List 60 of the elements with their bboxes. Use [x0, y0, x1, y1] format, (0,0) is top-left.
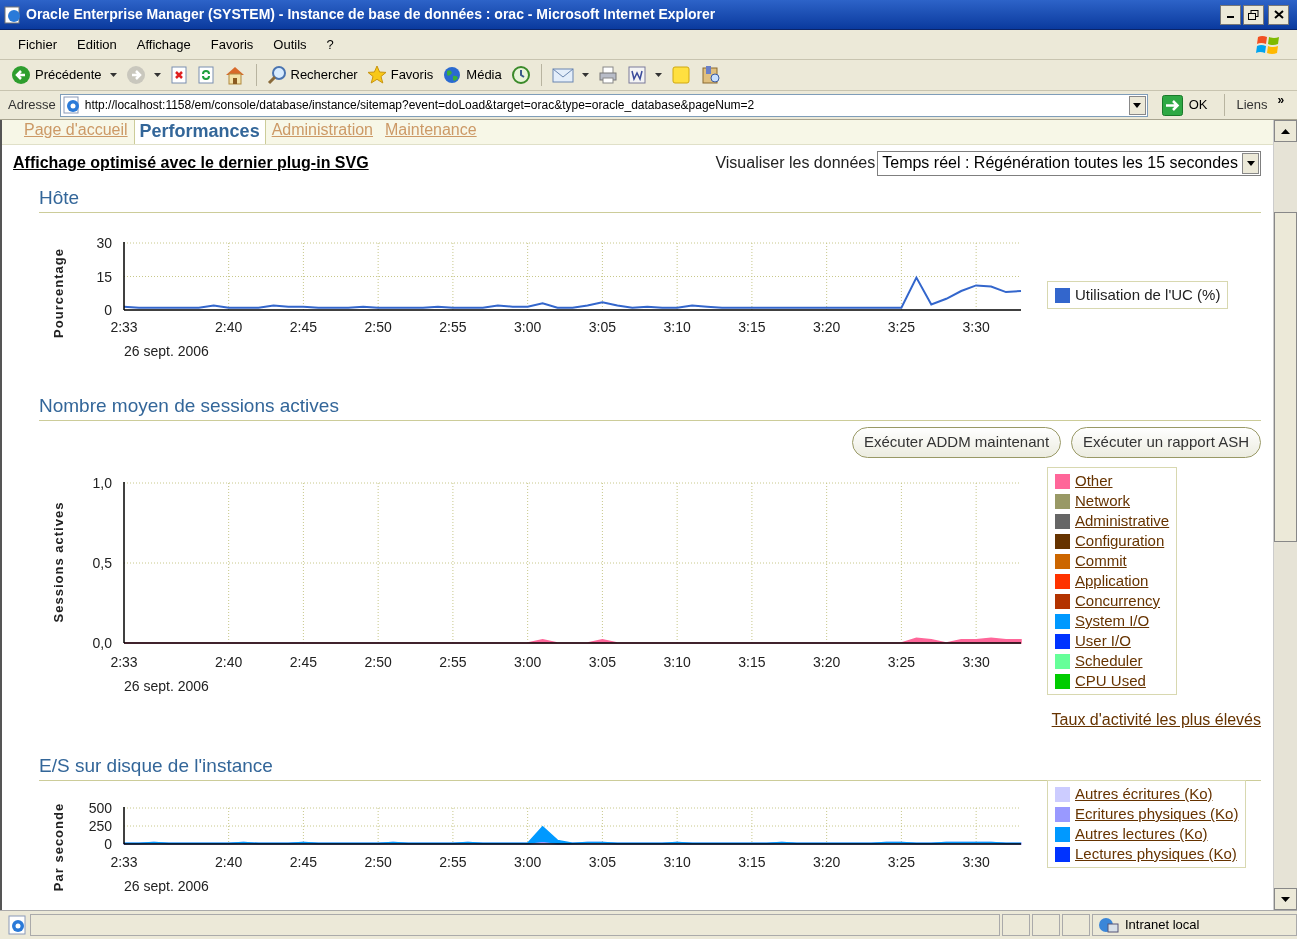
axis-tick-label: 2:55 [439, 319, 467, 335]
legend-label: Utilisation de l'UC (%) [1075, 285, 1221, 305]
axis-title: Pourcentage [51, 248, 66, 338]
axis-tick-label: 2:40 [215, 654, 243, 670]
section-heading: Hôte [39, 187, 80, 208]
axis-tick-label: 2:45 [289, 319, 317, 335]
axis-tick-label: 3:25 [887, 854, 916, 870]
axis-tick-label: 0 [104, 302, 112, 318]
axis-tick-label: 3:00 [514, 654, 542, 670]
axis-tick-label: 15 [96, 268, 112, 285]
axis-tick-label: 2:40 [215, 854, 243, 870]
axis-title: Sessions actives [51, 501, 66, 623]
view-data-label: Visualiser les données [715, 153, 876, 173]
axis-tick-label: 2:33 [110, 854, 138, 870]
axis-tick-label: 3:25 [887, 654, 916, 670]
axis-date-label: 26 sept. 2006 [124, 878, 209, 894]
axis-tick-label: 2:40 [215, 319, 243, 335]
axis-tick-label: 2:55 [439, 854, 467, 870]
axis-tick-label: 2:33 [110, 654, 138, 670]
axis-tick-label: 3:20 [813, 654, 841, 670]
axis-tick-label: 2:50 [364, 319, 392, 335]
axis-tick-label: 500 [88, 800, 112, 816]
axis-tick-label: 3:30 [962, 654, 990, 670]
axis-tick-label: 3:30 [962, 854, 990, 870]
axis-tick-label: 2:50 [364, 854, 392, 870]
axis-tick-label: 3:25 [887, 319, 916, 335]
axis-tick-label: 3:20 [813, 854, 841, 870]
axis-tick-label: 3:05 [588, 319, 617, 335]
section-heading: Nombre moyen de sessions actives [39, 395, 339, 416]
axis-tick-label: 3:05 [588, 654, 617, 670]
axis-tick-label: 0 [104, 836, 112, 852]
axis-tick-label: 2:55 [439, 654, 467, 670]
axis-tick-label: 2:45 [289, 654, 317, 670]
axis-tick-label: 3:30 [962, 319, 990, 335]
axis-tick-label: 1,0 [92, 475, 112, 491]
axis-tick-label: 0,0 [92, 635, 112, 651]
axis-tick-label: 3:15 [738, 319, 766, 335]
url-text: http://localhost:1158/em/console/database/instance/sitemap?event=doLoad&target=orac&type=oracle_database&pageNum=2 [84, 97, 756, 114]
axis-tick-label: 3:05 [588, 854, 617, 870]
axis-tick-label: 3:10 [663, 854, 691, 870]
window-title: Oracle Enterprise Manager (SYSTEM) - Instance de base de données : orac - Microsoft Internet Explorer [26, 5, 717, 24]
zone-panel: Intranet local [1092, 914, 1297, 936]
axis-tick-label: 250 [88, 818, 112, 834]
axis-tick-label: 3:10 [663, 654, 691, 670]
axis-tick-label: 3:15 [738, 854, 766, 870]
axis-tick-label: 2:50 [364, 654, 392, 670]
axis-tick-label: 2:45 [289, 854, 317, 870]
address-label: Adresse [8, 96, 56, 115]
axis-title: Par seconde [51, 802, 66, 892]
axis-date-label: 26 sept. 2006 [124, 343, 209, 359]
axis-tick-label: 3:00 [514, 319, 542, 335]
axis-date-label: 26 sept. 2006 [124, 678, 209, 694]
axis-tick-label: 30 [96, 235, 112, 251]
axis-tick-label: 2:33 [110, 319, 138, 335]
axis-tick-label: 3:15 [738, 654, 766, 670]
section-heading: E/S sur disque de l'instance [39, 755, 273, 776]
axis-tick-label: 3:20 [813, 319, 841, 335]
axis-tick-label: 3:00 [514, 854, 542, 870]
axis-tick-label: 3:10 [663, 319, 691, 335]
axis-tick-label: 0,5 [92, 555, 112, 571]
